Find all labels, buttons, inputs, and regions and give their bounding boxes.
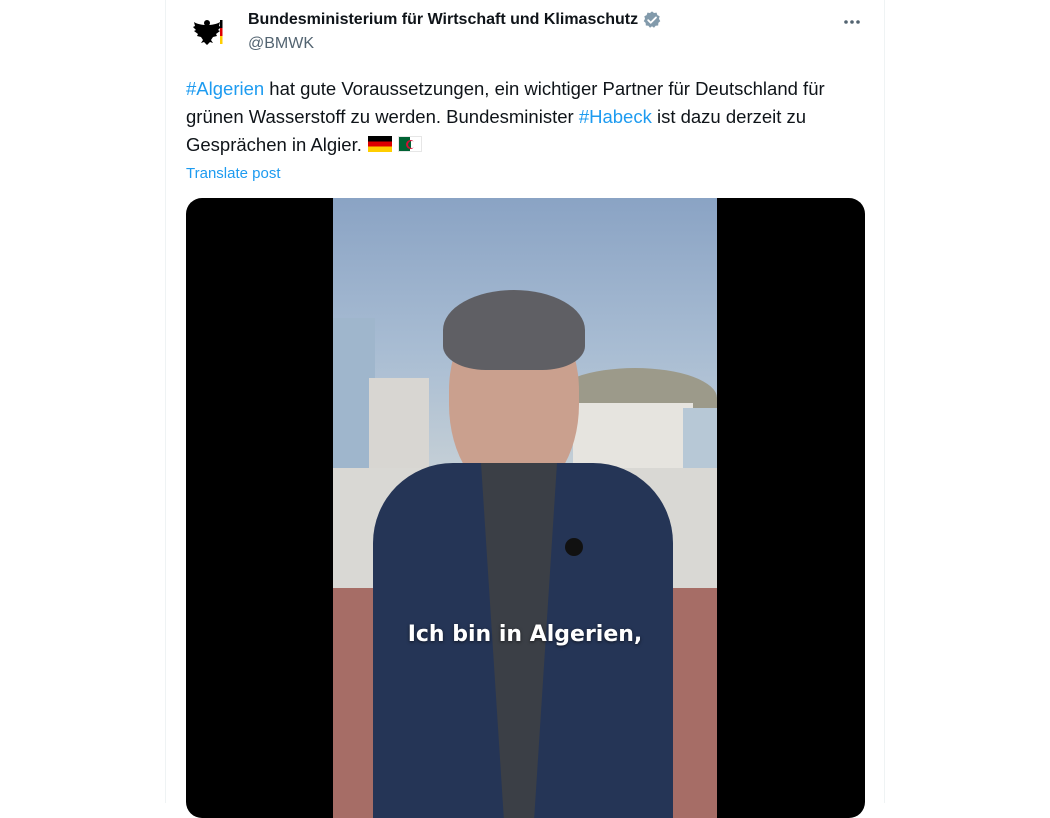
lapel-microphone: [565, 538, 583, 556]
verified-badge-icon[interactable]: [642, 10, 662, 30]
more-options-icon[interactable]: [840, 10, 864, 34]
video-subtitle: Ich bin in Algerien,: [407, 622, 643, 647]
hashtag-habeck-link[interactable]: #Habeck: [579, 106, 652, 127]
author-name[interactable]: Bundesministerium für Wirtschaft und Kli…: [248, 11, 638, 29]
author-row: Bundesministerium für Wirtschaft und Kli…: [248, 10, 662, 30]
flag-algeria-icon: [397, 136, 422, 152]
hashtag-algerien-link[interactable]: #Algerien: [186, 78, 264, 99]
tweet-text: #Algerien hat gute Voraussetzungen, ein …: [186, 75, 856, 159]
flag-germany-icon: [367, 136, 392, 152]
author-handle[interactable]: @BMWK: [248, 35, 314, 53]
more-options-dots: [844, 20, 860, 24]
federal-eagle-icon: [193, 20, 223, 45]
video-player[interactable]: Ich bin in Algerien,: [186, 198, 865, 818]
background-building-left-2: [369, 378, 429, 478]
video-frame[interactable]: Ich bin in Algerien,: [333, 198, 717, 818]
tweet-card: Bundesministerium für Wirtschaft und Kli…: [165, 0, 885, 818]
translate-post-link[interactable]: Translate post: [186, 165, 281, 182]
avatar[interactable]: [190, 12, 230, 52]
person-hair: [443, 290, 585, 370]
